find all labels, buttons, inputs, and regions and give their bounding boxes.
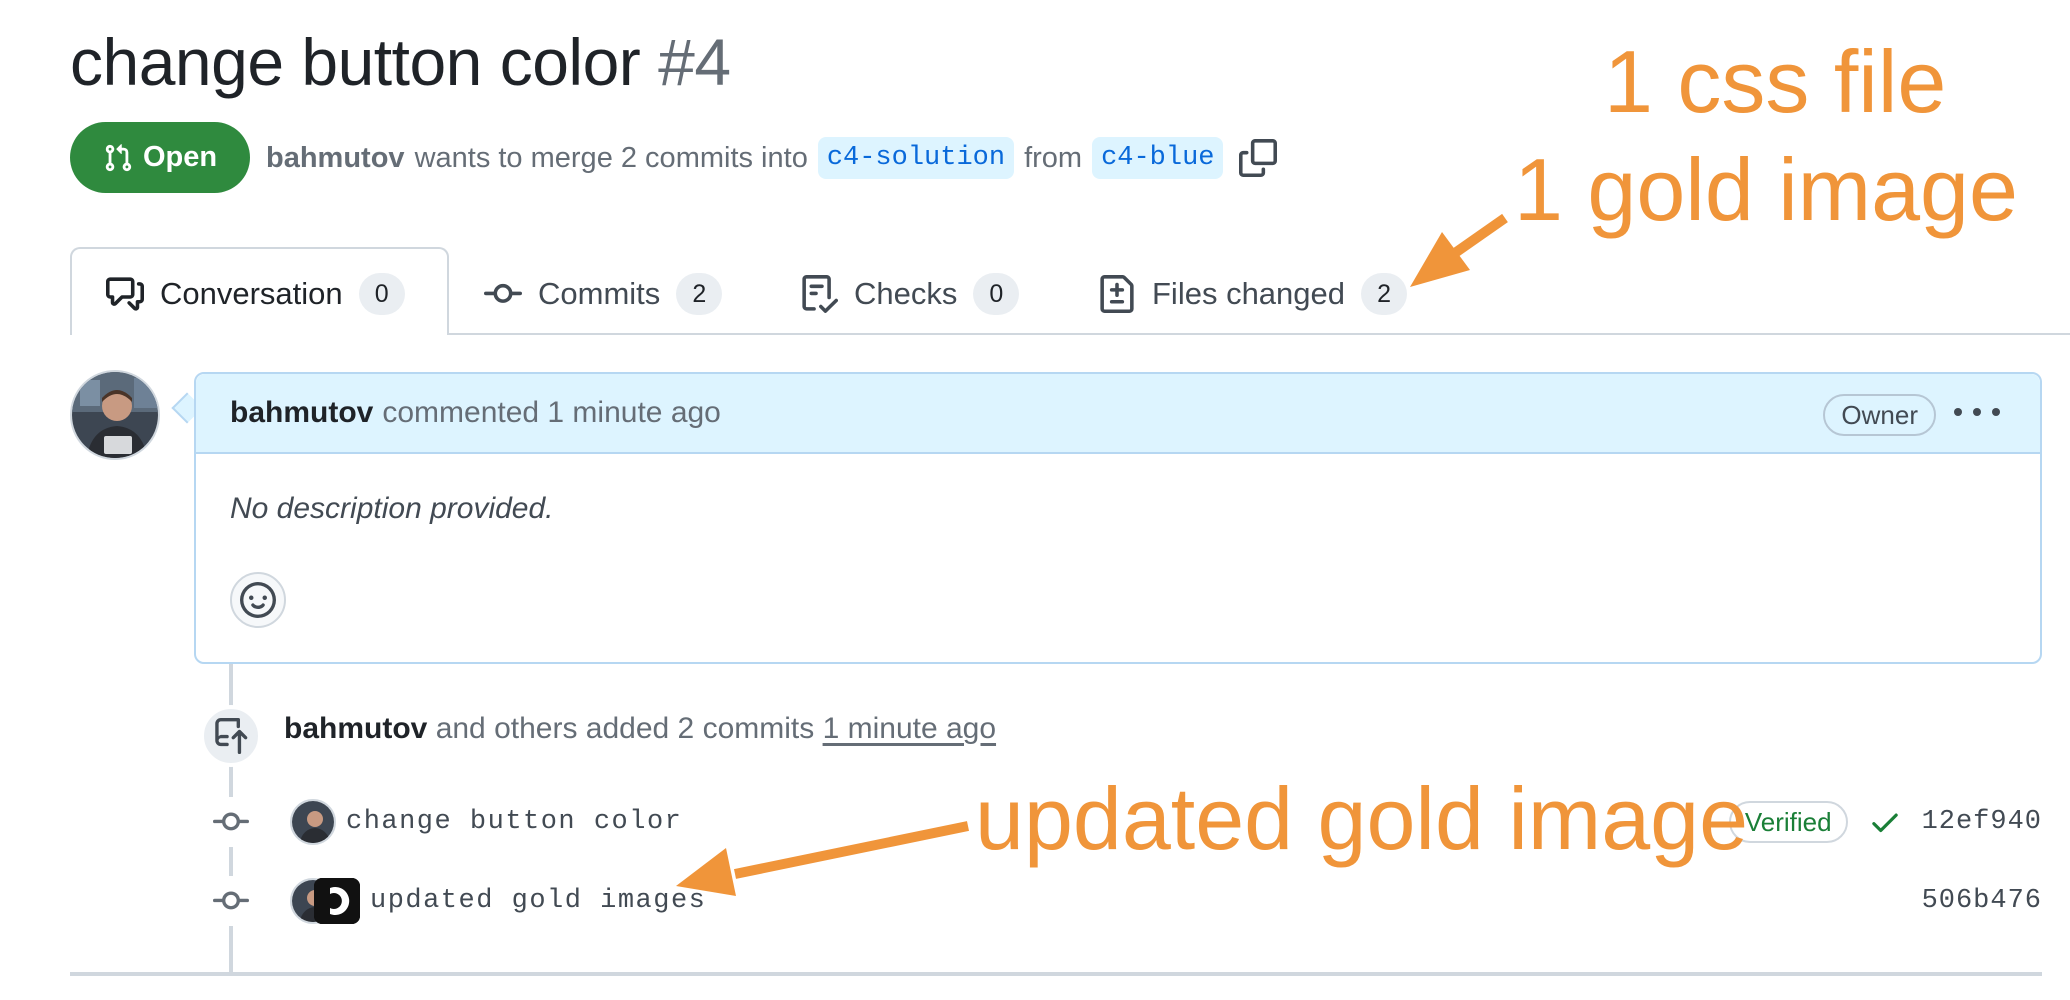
arrow-to-files-changed xyxy=(1410,213,1508,287)
comment-header: bahmutov commented 1 minute ago xyxy=(196,374,2040,454)
timeline-end-divider xyxy=(70,972,2042,976)
pr-meta: bahmutov wants to merge 2 commits into c… xyxy=(266,134,1278,182)
git-commit-icon xyxy=(484,283,522,303)
commit-message-link[interactable]: updated gold images xyxy=(370,886,706,916)
file-diff-icon xyxy=(1100,275,1134,313)
annotation-css-file: 1 css file xyxy=(1604,32,1947,131)
comment-author-link[interactable]: bahmutov xyxy=(230,396,373,430)
git-commit-icon xyxy=(206,797,256,847)
tab-files-changed-label: Files changed xyxy=(1152,276,1346,311)
comment-discussion-icon xyxy=(106,277,144,311)
checklist-icon xyxy=(802,275,838,313)
git-pull-request-icon xyxy=(105,143,132,171)
tab-commits[interactable]: Commits 2 xyxy=(484,270,723,318)
tab-conversation-count: 0 xyxy=(358,273,405,315)
commit-avatar[interactable] xyxy=(290,799,336,845)
coauthor-avatar[interactable] xyxy=(314,878,360,924)
pr-author-link[interactable]: bahmutov xyxy=(266,142,405,175)
tab-checks-count: 0 xyxy=(973,273,1020,315)
tab-checks[interactable]: Checks 0 xyxy=(800,270,1020,318)
pr-title: change button color #4 xyxy=(70,24,731,100)
commit-row: updated gold images 506b476 xyxy=(206,876,2042,926)
pr-state-label: Open xyxy=(142,141,218,173)
add-reaction-button[interactable] xyxy=(230,572,286,628)
commits-added-event: bahmutov and others added 2 commits 1 mi… xyxy=(284,712,996,746)
base-branch[interactable]: c4-solution xyxy=(817,137,1015,179)
commit-message-link[interactable]: change button color xyxy=(346,807,682,837)
pr-state-badge: Open xyxy=(70,122,250,193)
pr-title-text: change button color xyxy=(70,25,641,99)
tab-checks-label: Checks xyxy=(854,276,958,311)
annotation-updated-gold-image: updated gold image xyxy=(975,769,1749,868)
commit-sha-link[interactable]: 506b476 xyxy=(1922,886,2042,916)
check-icon[interactable] xyxy=(1868,805,1902,839)
owner-badge: Owner xyxy=(1823,394,1936,436)
event-author-link[interactable]: bahmutov xyxy=(284,712,427,745)
tab-files-changed[interactable]: Files changed 2 xyxy=(1098,270,1408,318)
smiley-icon xyxy=(240,582,276,618)
git-commit-icon xyxy=(206,876,256,926)
head-branch[interactable]: c4-blue xyxy=(1092,137,1224,179)
avatar[interactable] xyxy=(70,370,160,460)
event-text: and others added 2 commits xyxy=(435,712,815,745)
tab-conversation[interactable]: Conversation 0 xyxy=(106,270,405,318)
copy-icon[interactable] xyxy=(1239,139,1278,177)
repo-push-badge xyxy=(200,705,262,767)
tab-commits-count: 2 xyxy=(676,273,723,315)
annotation-gold-image: 1 gold image xyxy=(1514,140,2018,239)
comment-body: No description provided. xyxy=(230,492,554,525)
repo-push-icon xyxy=(215,718,248,754)
pr-number: #4 xyxy=(658,25,731,99)
comment-box: bahmutov commented 1 minute ago Owner No… xyxy=(194,372,2042,664)
comment-action-text[interactable]: commented 1 minute ago xyxy=(382,396,721,430)
commit-sha-link[interactable]: 12ef940 xyxy=(1922,807,2042,837)
avatar-photo xyxy=(72,372,158,458)
tab-files-changed-count: 2 xyxy=(1361,273,1408,315)
pr-from-text: from xyxy=(1024,141,1083,174)
event-time-link[interactable]: 1 minute ago xyxy=(823,712,996,745)
tab-commits-label: Commits xyxy=(538,276,661,311)
pr-merge-text: wants to merge 2 commits into xyxy=(414,141,808,174)
tab-conversation-label: Conversation xyxy=(160,276,343,311)
kebab-menu-icon[interactable] xyxy=(1954,392,2000,432)
